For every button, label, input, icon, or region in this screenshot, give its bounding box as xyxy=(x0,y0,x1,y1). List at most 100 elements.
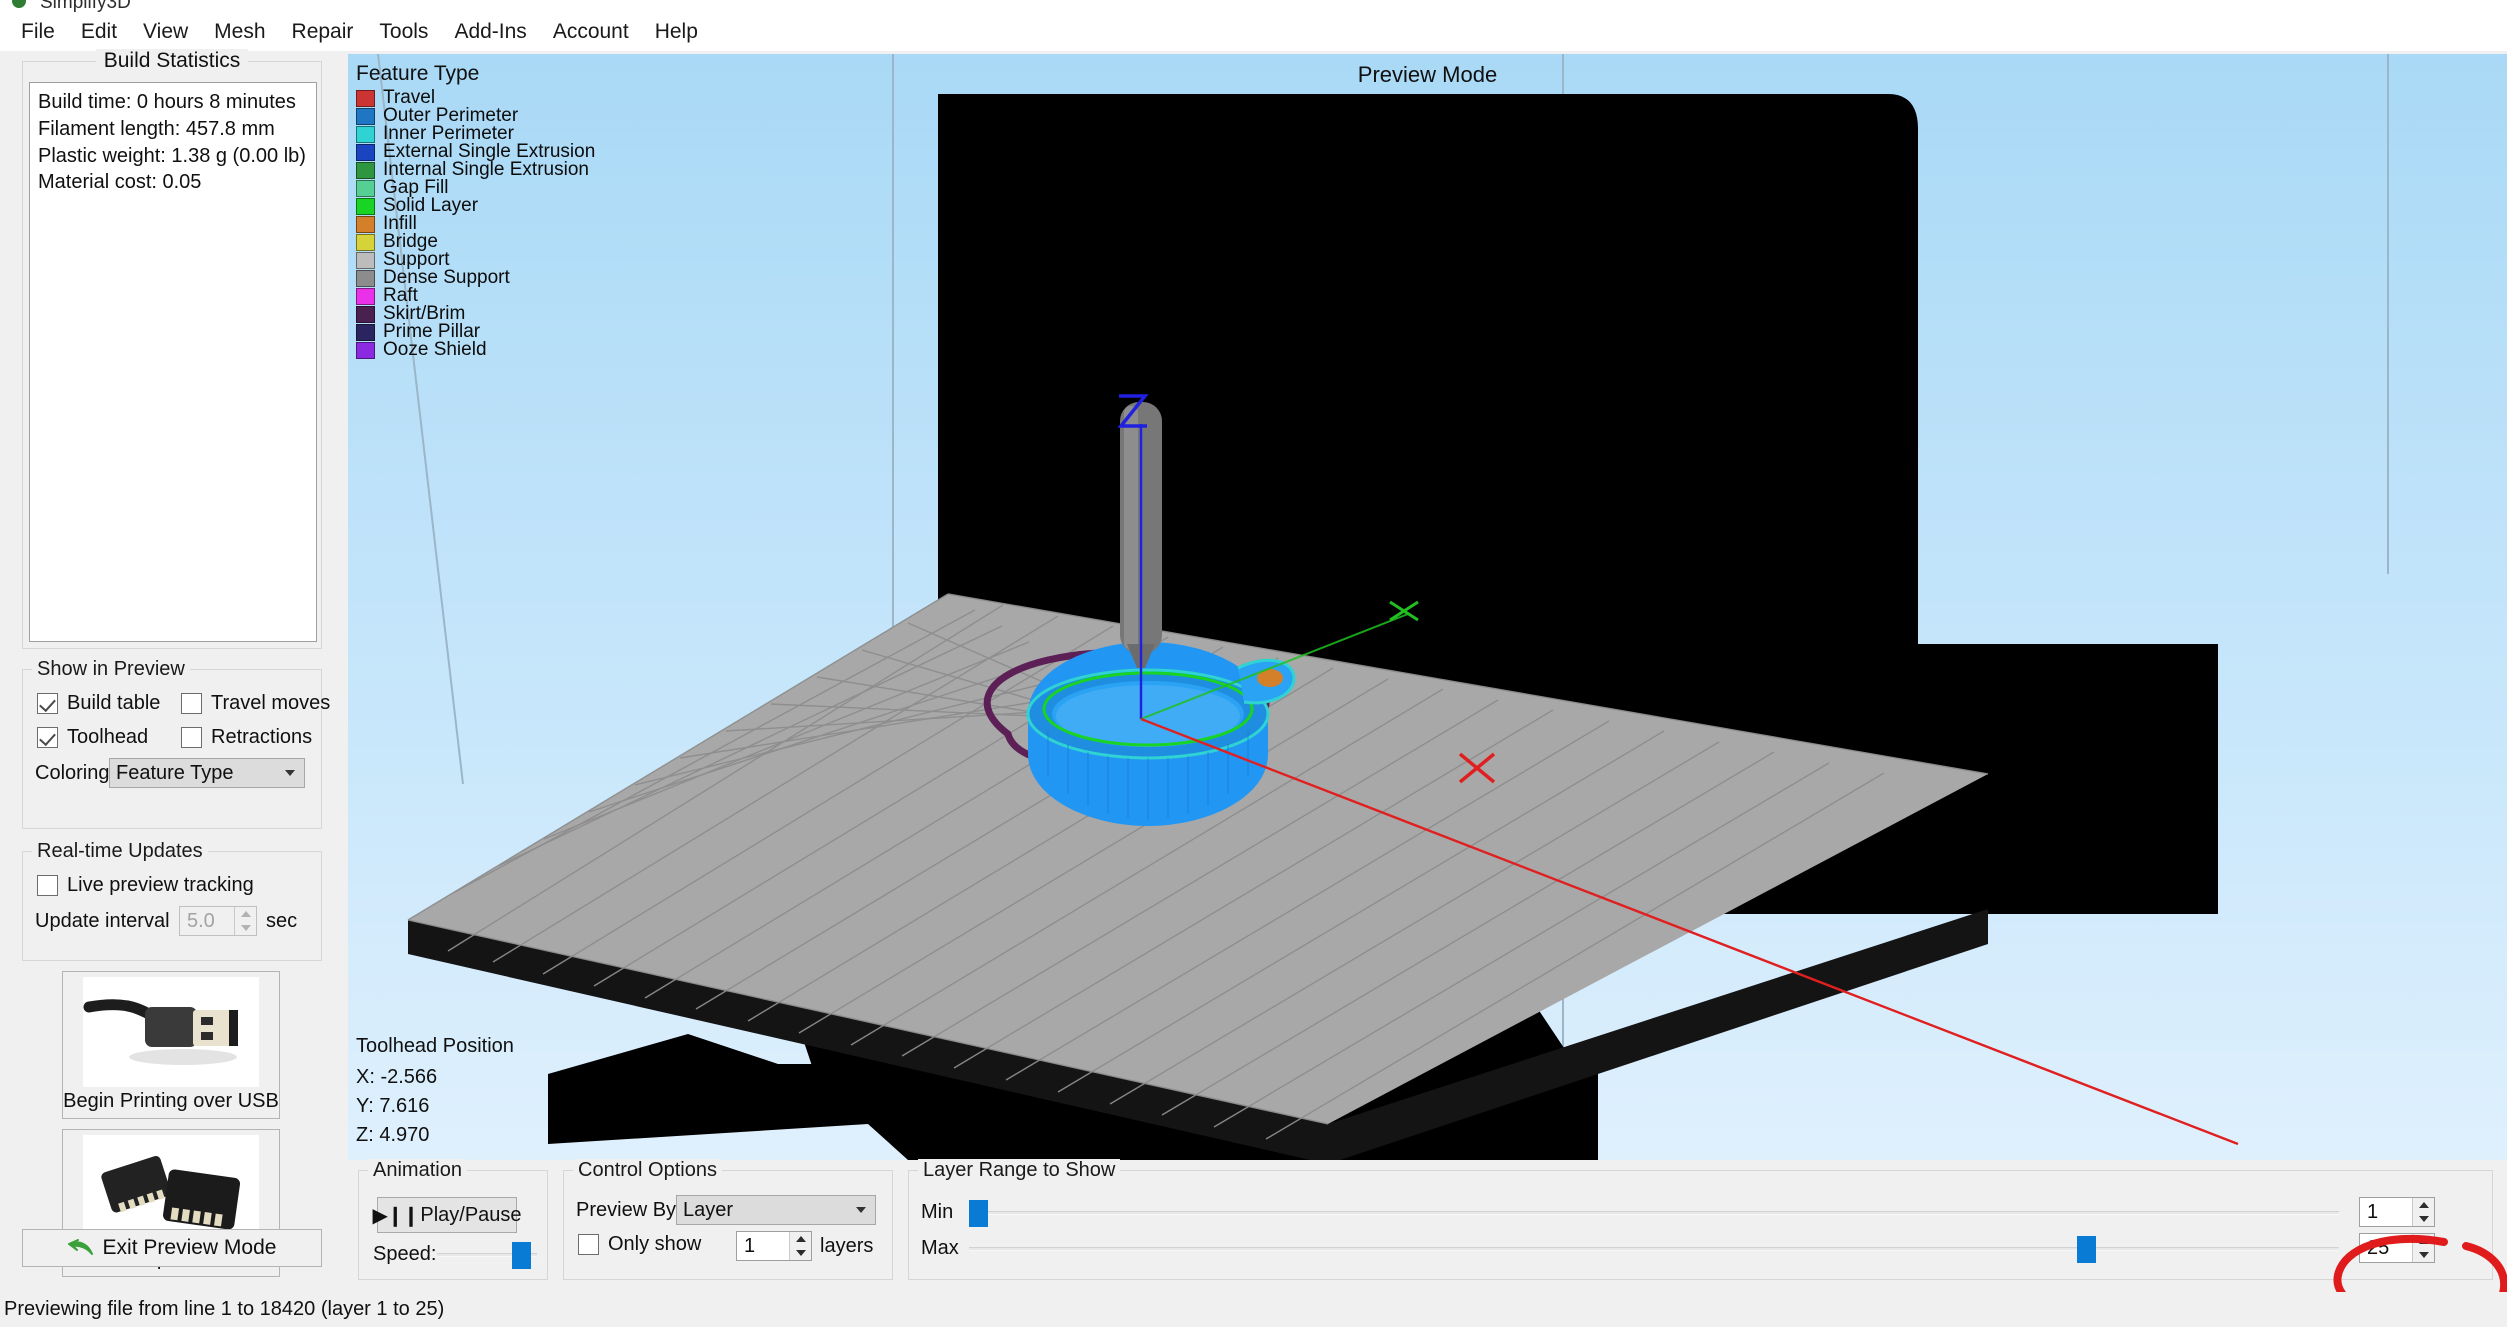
feature-type-legend: Feature Type TravelOuter PerimeterInner … xyxy=(356,62,595,359)
preview-by-label: Preview By xyxy=(576,1199,676,1222)
3d-viewport[interactable]: Feature Type TravelOuter PerimeterInner … xyxy=(348,54,2507,1160)
max-spin-buttons[interactable] xyxy=(2412,1234,2434,1262)
menu-item-edit[interactable]: Edit xyxy=(68,17,130,47)
checkbox-travel-moves[interactable]: Travel moves xyxy=(181,692,330,715)
legend-swatch-icon xyxy=(356,126,375,143)
live-preview-tracking-checkbox-box[interactable] xyxy=(37,875,58,896)
speed-slider[interactable] xyxy=(437,1253,537,1257)
back-arrow-icon xyxy=(68,1239,94,1257)
play-pause-button[interactable]: ▶❙❙ Play/Pause xyxy=(377,1197,517,1233)
menu-item-repair[interactable]: Repair xyxy=(279,17,367,47)
stat-material-cost: Material cost: 0.05 xyxy=(38,169,308,196)
max-layer-stepper[interactable]: 25 xyxy=(2359,1233,2435,1263)
retractions-label: Retractions xyxy=(211,726,312,749)
title-bar: Simplify3D xyxy=(0,0,2507,12)
max-slider-thumb[interactable] xyxy=(2077,1236,2096,1263)
coloring-value: Feature Type xyxy=(116,762,233,785)
min-layer-stepper[interactable]: 1 xyxy=(2359,1197,2435,1227)
min-slider-thumb[interactable] xyxy=(969,1200,988,1227)
min-spin-buttons[interactable] xyxy=(2412,1198,2434,1226)
legend-swatch-icon xyxy=(356,234,375,251)
spin-up-icon[interactable] xyxy=(790,1232,811,1246)
layer-range-group: Layer Range to Show Min 1 Max 25 xyxy=(908,1170,2493,1280)
only-show-spin-buttons[interactable] xyxy=(789,1232,811,1260)
spin-down-icon[interactable] xyxy=(2413,1248,2434,1262)
legend-swatch-icon xyxy=(356,180,375,197)
preview-by-value: Layer xyxy=(683,1199,733,1222)
spin-down-icon[interactable] xyxy=(790,1246,811,1260)
chevron-down-icon xyxy=(285,770,295,776)
build-statistics-title: Build Statistics xyxy=(23,49,321,73)
travel-moves-label: Travel moves xyxy=(211,692,330,715)
spin-up-icon[interactable] xyxy=(2413,1198,2434,1212)
legend-swatch-icon xyxy=(356,90,375,107)
usb-connector-image xyxy=(83,977,259,1087)
menu-item-account[interactable]: Account xyxy=(540,17,642,47)
toolhead-checkbox-box[interactable] xyxy=(37,727,58,748)
build-table-checkbox-box[interactable] xyxy=(37,693,58,714)
update-interval-spin-buttons[interactable] xyxy=(234,907,256,935)
left-panel: Build Statistics Build time: 0 hours 8 m… xyxy=(0,51,345,1281)
speed-slider-thumb[interactable] xyxy=(512,1242,531,1269)
menu-item-view[interactable]: View xyxy=(130,17,201,47)
layer-range-title: Layer Range to Show xyxy=(918,1159,1120,1182)
exit-preview-mode-label: Exit Preview Mode xyxy=(103,1236,277,1260)
build-table-label: Build table xyxy=(67,692,160,715)
usb-button-label: Begin Printing over USB xyxy=(63,1090,279,1113)
stat-filament-length: Filament length: 457.8 mm xyxy=(38,116,308,143)
control-options-group: Control Options Preview By Layer Only sh… xyxy=(563,1170,893,1280)
exit-preview-mode-button[interactable]: Exit Preview Mode xyxy=(22,1229,322,1267)
spin-up-icon[interactable] xyxy=(2413,1234,2434,1248)
checkbox-only-show[interactable]: Only show xyxy=(578,1233,701,1256)
legend-swatch-icon xyxy=(356,144,375,161)
checkbox-build-table[interactable]: Build table xyxy=(37,692,160,715)
update-interval-stepper[interactable]: 5.0 xyxy=(179,906,257,936)
legend-swatch-icon xyxy=(356,324,375,341)
only-show-checkbox-box[interactable] xyxy=(578,1234,599,1255)
live-preview-tracking-label: Live preview tracking xyxy=(67,874,254,897)
toolhead-position-readout: Toolhead Position X: -2.566 Y: 7.616 Z: … xyxy=(356,1032,514,1150)
legend-swatch-icon xyxy=(356,108,375,125)
only-show-value: 1 xyxy=(737,1235,755,1258)
bottom-control-bar: Animation ▶❙❙ Play/Pause Speed: Control … xyxy=(348,1160,2507,1292)
coloring-dropdown[interactable]: Feature Type xyxy=(109,758,305,788)
control-options-title: Control Options xyxy=(573,1159,722,1182)
status-text: Previewing file from line 1 to 18420 (la… xyxy=(0,1298,444,1321)
toolhead-position-x: X: -2.566 xyxy=(356,1063,514,1092)
menu-item-help[interactable]: Help xyxy=(642,17,711,47)
speed-label: Speed: xyxy=(373,1243,436,1266)
menu-item-add-ins[interactable]: Add-Ins xyxy=(441,17,539,47)
menu-bar: FileEditViewMeshRepairToolsAdd-InsAccoun… xyxy=(0,12,2507,51)
spin-down-icon[interactable] xyxy=(235,921,256,935)
max-slider[interactable] xyxy=(969,1247,2339,1251)
toolhead-position-title: Toolhead Position xyxy=(356,1032,514,1061)
legend-swatch-icon xyxy=(356,252,375,269)
legend-rows: TravelOuter PerimeterInner PerimeterExte… xyxy=(356,89,595,359)
window-title: Simplify3D xyxy=(40,0,131,12)
min-slider[interactable] xyxy=(969,1211,2339,1215)
update-interval-unit: sec xyxy=(266,910,297,933)
legend-swatch-icon xyxy=(356,306,375,323)
play-pause-icon: ▶❙❙ xyxy=(372,1203,418,1228)
menu-item-file[interactable]: File xyxy=(8,17,68,47)
spin-down-icon[interactable] xyxy=(2413,1212,2434,1226)
checkbox-retractions[interactable]: Retractions xyxy=(181,726,312,749)
legend-label: Ooze Shield xyxy=(383,339,487,361)
travel-moves-checkbox-box[interactable] xyxy=(181,693,202,714)
preview-by-dropdown[interactable]: Layer xyxy=(676,1195,876,1225)
legend-swatch-icon xyxy=(356,342,375,359)
app-logo-icon xyxy=(12,0,26,8)
menu-item-mesh[interactable]: Mesh xyxy=(201,17,278,47)
only-show-layers-stepper[interactable]: 1 xyxy=(736,1231,812,1261)
build-statistics-group: Build Statistics Build time: 0 hours 8 m… xyxy=(22,61,322,649)
realtime-updates-group: Real-time Updates Live preview tracking … xyxy=(22,851,322,961)
spin-up-icon[interactable] xyxy=(235,907,256,921)
retractions-checkbox-box[interactable] xyxy=(181,727,202,748)
checkbox-live-preview-tracking[interactable]: Live preview tracking xyxy=(37,874,254,897)
chevron-down-icon xyxy=(856,1207,866,1213)
play-pause-label: Play/Pause xyxy=(420,1204,521,1227)
checkbox-toolhead[interactable]: Toolhead xyxy=(37,726,148,749)
begin-printing-over-usb-button[interactable]: Begin Printing over USB xyxy=(62,971,280,1119)
menu-item-tools[interactable]: Tools xyxy=(366,17,441,47)
layers-unit-label: layers xyxy=(820,1235,873,1258)
